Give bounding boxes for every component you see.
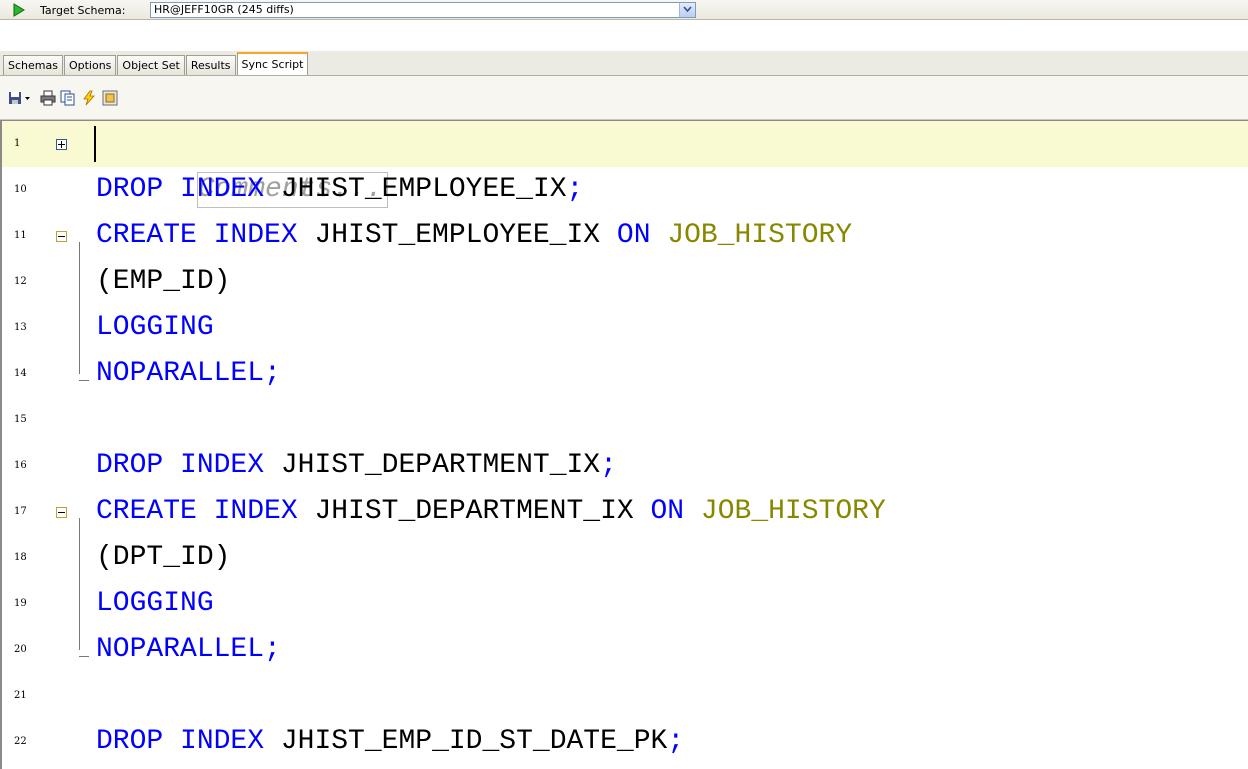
tab-options[interactable]: Options bbox=[63, 55, 117, 75]
code-line: 11 CREATE INDEX JHIST_EMPLOYEE_IX ON JOB… bbox=[2, 213, 1248, 259]
sql-terminator: ; bbox=[667, 726, 685, 757]
sql-keyword: ON bbox=[650, 496, 701, 527]
execute-icon[interactable] bbox=[81, 90, 97, 106]
code-text: DROP INDEX JHIST_EMPLOYEE_IX; bbox=[96, 167, 583, 213]
code-text: LOGGING bbox=[96, 581, 214, 627]
print-icon[interactable] bbox=[40, 90, 56, 106]
code-line: 19 LOGGING bbox=[2, 581, 1248, 627]
line-number: 12 bbox=[14, 276, 27, 287]
open-editor-icon[interactable] bbox=[102, 90, 118, 106]
run-compare-icon[interactable] bbox=[12, 3, 26, 17]
tab-bar: Schemas Options Object Set Results Sync … bbox=[0, 51, 1248, 76]
code-text: Comments... bbox=[96, 121, 388, 208]
code-line: 13 LOGGING bbox=[2, 305, 1248, 351]
line-number: 21 bbox=[14, 690, 27, 701]
tab-object-set[interactable]: Object Set bbox=[117, 55, 185, 75]
sql-keyword: CREATE INDEX bbox=[96, 496, 315, 527]
sql-identifier: JHIST_DEPARTMENT_IX bbox=[314, 496, 651, 527]
sql-terminator: ; bbox=[600, 450, 617, 481]
sql-keyword: LOGGING bbox=[96, 312, 214, 343]
code-line: 20 NOPARALLEL; bbox=[2, 627, 1248, 673]
fold-guide-end bbox=[79, 656, 89, 657]
code-text: DROP INDEX JHIST_DEPARTMENT_IX; bbox=[96, 443, 617, 489]
sql-keyword: CREATE INDEX bbox=[96, 220, 315, 251]
sql-keyword: NOPARALLEL bbox=[96, 634, 265, 665]
expand-fold-icon[interactable] bbox=[56, 139, 67, 150]
sql-keyword: DROP INDEX bbox=[96, 174, 281, 205]
line-number: 17 bbox=[14, 506, 27, 517]
sql-identifier: JHIST_EMPLOYEE_IX bbox=[280, 174, 567, 205]
sql-keyword: DROP INDEX bbox=[96, 726, 281, 757]
line-number: 14 bbox=[14, 368, 27, 379]
target-schema-value: HR@JEFF10GR (245 diffs) bbox=[154, 3, 294, 16]
sql-keyword: DROP INDEX bbox=[96, 450, 281, 481]
line-number: 11 bbox=[14, 230, 27, 241]
line-number: 15 bbox=[14, 414, 27, 425]
code-line: 14 NOPARALLEL; bbox=[2, 351, 1248, 397]
code-line: 1 Comments... bbox=[2, 121, 1248, 208]
line-number: 20 bbox=[14, 644, 27, 655]
tab-sync-script[interactable]: Sync Script bbox=[236, 52, 309, 75]
target-schema-bar: Target Schema: HR@JEFF10GR (245 diffs) bbox=[0, 0, 1248, 20]
script-toolbar bbox=[0, 76, 1248, 120]
code-text: CREATE INDEX JHIST_DEPARTMENT_IX ON JOB_… bbox=[96, 489, 886, 535]
code-line: 15 bbox=[2, 397, 1248, 443]
code-text: (DPT_ID) bbox=[96, 542, 231, 573]
code-line: 16 DROP INDEX JHIST_DEPARTMENT_IX; bbox=[2, 443, 1248, 489]
fold-guide-end bbox=[79, 380, 89, 381]
chevron-down-icon[interactable] bbox=[679, 3, 695, 17]
sql-keyword: NOPARALLEL bbox=[96, 358, 265, 389]
tab-schemas[interactable]: Schemas bbox=[3, 55, 63, 75]
line-number: 16 bbox=[14, 460, 27, 471]
fold-guide bbox=[79, 518, 80, 650]
sql-keyword: LOGGING bbox=[96, 588, 214, 619]
sql-table-name: JOB_HISTORY bbox=[667, 220, 853, 251]
target-schema-label: Target Schema: bbox=[40, 4, 126, 17]
line-number: 22 bbox=[14, 736, 27, 747]
sql-identifier: JHIST_DEPARTMENT_IX bbox=[280, 450, 601, 481]
tab-results[interactable]: Results bbox=[185, 55, 236, 75]
line-number: 13 bbox=[14, 322, 27, 333]
line-number: 18 bbox=[14, 552, 27, 563]
code-text: NOPARALLEL; bbox=[96, 627, 281, 673]
sql-identifier: JHIST_EMPLOYEE_IX bbox=[314, 220, 617, 251]
code-line: 10 DROP INDEX JHIST_EMPLOYEE_IX; bbox=[2, 167, 1248, 213]
fold-guide bbox=[79, 242, 80, 374]
code-line: 12 (EMP_ID) bbox=[2, 259, 1248, 305]
line-number: 19 bbox=[14, 598, 27, 609]
code-line: 21 bbox=[2, 673, 1248, 719]
sql-terminator: ; bbox=[566, 174, 584, 205]
code-text: (EMP_ID) bbox=[96, 266, 231, 297]
sql-table-name: JOB_HISTORY bbox=[700, 496, 886, 527]
code-line: 22 DROP INDEX JHIST_EMP_ID_ST_DATE_PK; bbox=[2, 719, 1248, 765]
sql-terminator: ; bbox=[264, 634, 281, 665]
target-schema-select[interactable]: HR@JEFF10GR (245 diffs) bbox=[150, 2, 696, 18]
save-dropdown-icon[interactable] bbox=[8, 90, 30, 106]
code-text: DROP INDEX JHIST_EMP_ID_ST_DATE_PK; bbox=[96, 719, 684, 765]
sql-identifier: JHIST_EMP_ID_ST_DATE_PK bbox=[280, 726, 668, 757]
sync-script-editor[interactable]: 1 Comments... 10 DROP INDEX JHIST_EMPLOY… bbox=[0, 120, 1248, 769]
code-text: NOPARALLEL; bbox=[96, 351, 281, 397]
code-line: 17 CREATE INDEX JHIST_DEPARTMENT_IX ON J… bbox=[2, 489, 1248, 535]
collapse-fold-icon[interactable] bbox=[56, 507, 67, 518]
sql-keyword: ON bbox=[616, 220, 668, 251]
code-text: CREATE INDEX JHIST_EMPLOYEE_IX ON JOB_HI… bbox=[96, 213, 852, 259]
code-line: 18 (DPT_ID) bbox=[2, 535, 1248, 581]
collapse-fold-icon[interactable] bbox=[56, 231, 67, 242]
line-number: 1 bbox=[14, 138, 21, 149]
code-text: LOGGING bbox=[96, 305, 214, 351]
sql-terminator: ; bbox=[264, 358, 281, 389]
copy-script-icon[interactable] bbox=[60, 90, 76, 106]
line-number: 10 bbox=[14, 184, 27, 195]
